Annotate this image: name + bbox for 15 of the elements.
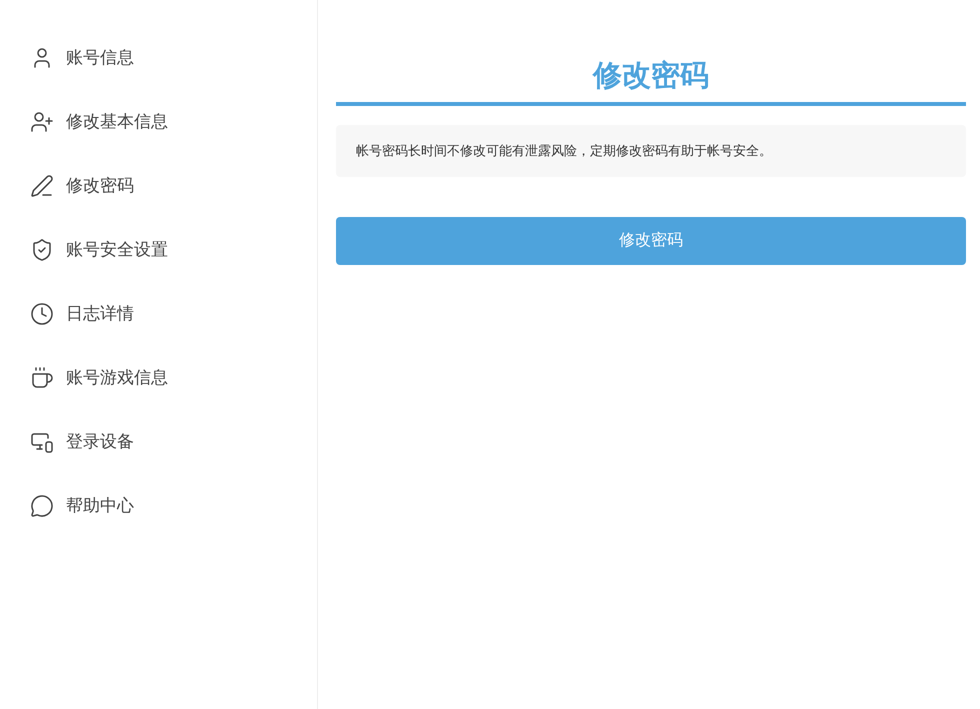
sidebar-item[interactable]: 账号信息 <box>30 46 134 110</box>
sidebar-item[interactable]: 登录设备 <box>30 430 134 494</box>
sidebar-item[interactable]: 日志详情 <box>30 302 134 366</box>
sidebar-item[interactable]: 修改密码 <box>30 174 134 238</box>
sidebar-item[interactable]: 账号安全设置 <box>30 238 168 302</box>
sidebar-item[interactable]: 帮助中心 <box>30 494 134 558</box>
pen-icon <box>30 174 54 198</box>
sidebar-item[interactable]: 账号游戏信息 <box>30 366 168 430</box>
cup-icon <box>30 366 54 390</box>
chat-bubble-icon <box>30 494 54 518</box>
add-user-icon <box>30 110 54 134</box>
page-title: 修改密码 <box>593 58 709 94</box>
sidebar-item[interactable]: 修改基本信息 <box>30 110 168 174</box>
notice-text: 帐号密码长时间不修改可能有泄露风险，定期修改密码有助于帐号安全。 <box>356 142 772 160</box>
clock-icon <box>30 302 54 326</box>
